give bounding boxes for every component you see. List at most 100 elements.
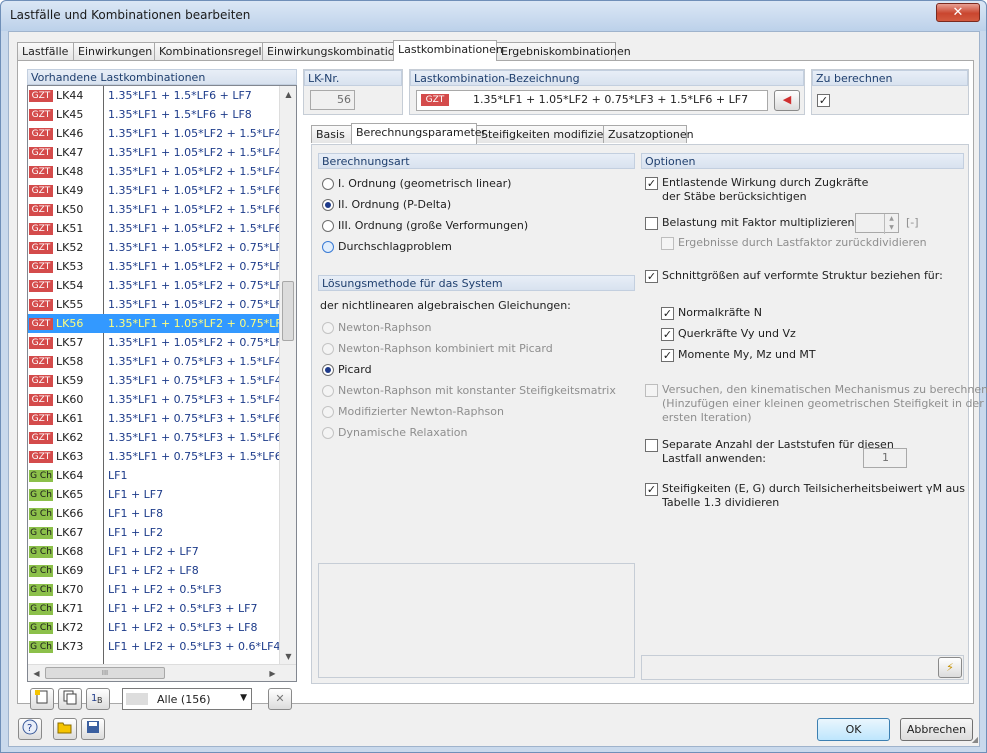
loesung-header: Lösungsmethode für das System: [318, 275, 635, 291]
list-item[interactable]: GZT LK56 1.35*LF1 + 1.05*LF2 + 0.75*LF3 + …: [28, 314, 296, 333]
list-item[interactable]: GZT LK58 1.35*LF1 + 0.75*LF3 + 1.5*LF4: [28, 352, 282, 371]
radio-ordnung-2[interactable]: [322, 199, 334, 211]
checkbox-faktor[interactable]: [645, 217, 658, 230]
tab-kombinationsregeln[interactable]: Kombinationsregeln: [154, 42, 269, 60]
list-item[interactable]: G Ch LK65 LF1 + LF7: [28, 485, 280, 504]
label-ordnung-1: I. Ordnung (geometrisch linear): [338, 177, 512, 190]
tab-einwirkungskombinationen[interactable]: Einwirkungskombinationen: [262, 42, 415, 60]
checkbox-separate[interactable]: [645, 439, 658, 452]
help-button[interactable]: ?: [18, 718, 42, 740]
tab-lastfaelle[interactable]: Lastfälle: [17, 42, 74, 60]
subtab-zusatzoptionen[interactable]: Zusatzoptionen: [603, 125, 694, 143]
zu-berechnen-checkbox[interactable]: ✓: [817, 94, 830, 107]
list-item[interactable]: GZT LK62 1.35*LF1 + 0.75*LF3 + 1.5*LF6 + L…: [28, 428, 296, 447]
list-item[interactable]: G Ch LK73 LF1 + LF2 + 0.5*LF3 + 0.6*LF4: [28, 637, 280, 656]
tab-einwirkungen[interactable]: Einwirkungen: [73, 42, 155, 60]
scroll-left-icon[interactable]: ◀: [28, 665, 45, 681]
list-item[interactable]: GZT LK57 1.35*LF1 + 1.05*LF2 + 0.75*LF3 + …: [28, 333, 296, 352]
combination-type-badge: GZT: [29, 128, 53, 140]
label-versuchen-1: Versuchen, den kinematischen Mechanismus…: [662, 383, 987, 396]
combination-type-badge: GZT: [29, 375, 53, 387]
save-button[interactable]: [81, 718, 105, 740]
scroll-up-icon[interactable]: ▲: [280, 86, 296, 103]
list-item[interactable]: GZT LK50 1.35*LF1 + 1.05*LF2 + 1.5*LF6 + L…: [28, 200, 296, 219]
list-item[interactable]: GZT LK51 1.35*LF1 + 1.05*LF2 + 1.5*LF6 + L…: [28, 219, 296, 238]
radio-durchschlag[interactable]: [322, 241, 334, 253]
checkbox-steifigkeiten[interactable]: ✓: [645, 483, 658, 496]
laststufen-field: 1: [863, 448, 907, 468]
list-item[interactable]: G Ch LK67 LF1 + LF2: [28, 523, 280, 542]
list-item[interactable]: GZT LK48 1.35*LF1 + 1.05*LF2 + 1.5*LF4 + L…: [28, 162, 296, 181]
combination-list[interactable]: GZT LK44 1.35*LF1 + 1.5*LF6 + LF7 GZT LK45 1.…: [27, 85, 297, 682]
checkbox-ergebnisse: [661, 237, 674, 250]
tab-lastkombinationen[interactable]: Lastkombinationen: [393, 40, 503, 61]
delete-x-icon: ✕: [275, 692, 285, 705]
radio-nr-picard[interactable]: [322, 343, 334, 355]
list-item[interactable]: G Ch LK68 LF1 + LF2 + LF7: [28, 542, 280, 561]
checkbox-normal[interactable]: ✓: [661, 307, 674, 320]
open-button[interactable]: [53, 718, 77, 740]
scroll-down-icon[interactable]: ▼: [280, 648, 296, 665]
renumber-button[interactable]: 1B: [86, 688, 110, 710]
new-combination-button[interactable]: [30, 688, 54, 710]
radio-nr-konstant[interactable]: [322, 385, 334, 397]
list-item[interactable]: GZT LK45 1.35*LF1 + 1.5*LF6 + LF8: [28, 105, 280, 124]
scroll-right-icon[interactable]: ▶: [264, 665, 281, 681]
label-schnitt: Schnittgrößen auf verformte Struktur bez…: [662, 269, 943, 282]
list-item[interactable]: GZT LK59 1.35*LF1 + 0.75*LF3 + 1.5*LF4 + L…: [28, 371, 296, 390]
list-item[interactable]: G Ch LK70 LF1 + LF2 + 0.5*LF3: [28, 580, 280, 599]
subtab-basis[interactable]: Basis: [311, 125, 352, 143]
help-icon: ?: [22, 719, 38, 735]
list-item[interactable]: GZT LK60 1.35*LF1 + 0.75*LF3 + 1.5*LF4 + L…: [28, 390, 296, 409]
radio-picard[interactable]: [322, 364, 334, 376]
horizontal-scroll-thumb[interactable]: III: [45, 667, 165, 679]
combination-type-badge: GZT: [29, 394, 53, 406]
vertical-scroll-thumb[interactable]: [282, 281, 294, 341]
copy-combination-button[interactable]: [58, 688, 82, 710]
subtab-steifigkeiten[interactable]: Steifigkeiten modifizieren: [476, 125, 621, 143]
radio-ordnung-1[interactable]: [322, 178, 334, 190]
list-item[interactable]: GZT LK54 1.35*LF1 + 1.05*LF2 + 0.75*LF3 + …: [28, 276, 296, 295]
checkbox-quer[interactable]: ✓: [661, 328, 674, 341]
radio-relaxation[interactable]: [322, 427, 334, 439]
list-item[interactable]: GZT LK55 1.35*LF1 + 1.05*LF2 + 0.75*LF3 + …: [28, 295, 296, 314]
filter-select[interactable]: Alle (156) ▼: [122, 688, 252, 710]
arrow-left-icon[interactable]: ◀: [774, 90, 800, 111]
radio-ordnung-3[interactable]: [322, 220, 334, 232]
list-vertical-scrollbar[interactable]: ▲ ▼: [279, 86, 296, 665]
lightning-calc-icon[interactable]: ⚡: [938, 657, 962, 678]
list-item[interactable]: GZT LK63 1.35*LF1 + 0.75*LF3 + 1.5*LF6 + L…: [28, 447, 296, 466]
combination-id: LK58: [56, 355, 84, 368]
bezeichnung-field[interactable]: GZT 1.35*LF1 + 1.05*LF2 + 0.75*LF3 + 1.5…: [416, 90, 768, 111]
list-item[interactable]: GZT LK44 1.35*LF1 + 1.5*LF6 + LF7: [28, 86, 280, 105]
title-bar[interactable]: Lastfälle und Kombinationen bearbeiten ✕: [1, 1, 986, 31]
list-item[interactable]: GZT LK52 1.35*LF1 + 1.05*LF2 + 0.75*LF3 + …: [28, 238, 296, 257]
combination-type-badge: GZT: [29, 299, 53, 311]
checkbox-momente[interactable]: ✓: [661, 349, 674, 362]
list-item[interactable]: GZT LK53 1.35*LF1 + 1.05*LF2 + 0.75*LF3 + …: [28, 257, 296, 276]
combination-expression: LF1 + LF2 + LF8: [108, 564, 199, 577]
ok-button[interactable]: OK: [817, 718, 890, 741]
checkbox-entlastend[interactable]: ✓: [645, 177, 658, 190]
close-button[interactable]: ✕: [936, 3, 980, 22]
list-item[interactable]: G Ch LK71 LF1 + LF2 + 0.5*LF3 + LF7: [28, 599, 280, 618]
list-item[interactable]: GZT LK46 1.35*LF1 + 1.05*LF2 + 1.5*LF4: [28, 124, 282, 143]
list-item[interactable]: G Ch LK69 LF1 + LF2 + LF8: [28, 561, 280, 580]
checkbox-schnitt[interactable]: ✓: [645, 270, 658, 283]
list-horizontal-scrollbar[interactable]: ◀ III ▶: [28, 664, 296, 681]
list-item[interactable]: GZT LK47 1.35*LF1 + 1.05*LF2 + 1.5*LF4 + L…: [28, 143, 296, 162]
list-item[interactable]: GZT LK49 1.35*LF1 + 1.05*LF2 + 1.5*LF6: [28, 181, 282, 200]
resize-grip-icon[interactable]: ◢: [968, 735, 978, 745]
subtab-berechnungsparameter[interactable]: Berechnungsparameter: [351, 123, 486, 144]
combination-type-badge: GZT: [29, 451, 53, 463]
list-item[interactable]: G Ch LK64 LF1: [28, 466, 280, 485]
tab-ergebniskombinationen[interactable]: Ergebniskombinationen: [496, 42, 631, 60]
list-item[interactable]: GZT LK61 1.35*LF1 + 0.75*LF3 + 1.5*LF6: [28, 409, 282, 428]
combination-type-badge: G Ch: [29, 546, 53, 558]
cancel-button[interactable]: Abbrechen: [900, 718, 973, 741]
radio-newton-raphson[interactable]: [322, 322, 334, 334]
list-item[interactable]: G Ch LK72 LF1 + LF2 + 0.5*LF3 + LF8: [28, 618, 280, 637]
radio-modifiziert[interactable]: [322, 406, 334, 418]
list-item[interactable]: G Ch LK66 LF1 + LF8: [28, 504, 280, 523]
delete-combination-button[interactable]: ✕: [268, 688, 292, 710]
